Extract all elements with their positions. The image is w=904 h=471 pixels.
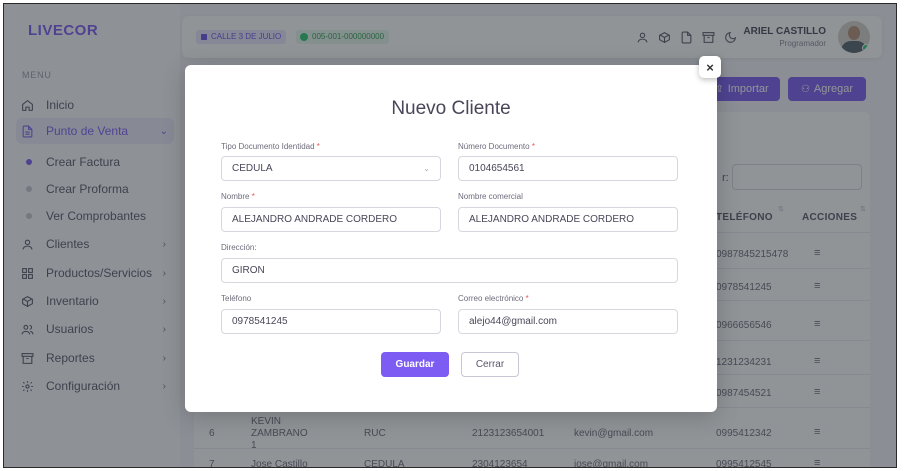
save-button[interactable]: Guardar	[381, 352, 449, 377]
correo-label: Correo electrónico *	[458, 294, 529, 303]
tipo-documento-select[interactable]: CEDULA ⌄	[221, 156, 441, 181]
nombre-input[interactable]: ALEJANDRO ANDRADE CORDERO	[221, 207, 441, 232]
nombre-comercial-input[interactable]: ALEJANDRO ANDRADE CORDERO	[458, 207, 678, 232]
tipo-documento-label: Tipo Documento Identidad *	[221, 142, 320, 151]
telefono-label: Teléfono	[221, 294, 252, 303]
chevron-down-icon: ⌄	[423, 164, 430, 173]
numero-documento-label: Número Documento *	[458, 142, 535, 151]
direccion-label: Dirección:	[221, 243, 257, 252]
correo-input[interactable]: alejo44@gmail.com	[458, 309, 678, 334]
direccion-value: GIRON	[232, 265, 265, 276]
telefono-value: 0978541245	[232, 316, 288, 327]
nombre-label: Nombre *	[221, 192, 255, 201]
direccion-input[interactable]: GIRON	[221, 258, 678, 283]
modal-title: Nuevo Cliente	[391, 98, 511, 119]
correo-value: alejo44@gmail.com	[469, 316, 557, 327]
nombre-comercial-label: Nombre comercial	[458, 192, 523, 201]
numero-documento-input[interactable]: 0104654561	[458, 156, 678, 181]
nombre-value: ALEJANDRO ANDRADE CORDERO	[232, 214, 398, 225]
nombre-comercial-value: ALEJANDRO ANDRADE CORDERO	[469, 214, 635, 225]
telefono-input[interactable]: 0978541245	[221, 309, 441, 334]
app-window: LIVECOR MENU Inicio Punto de Venta ⌄ Cre…	[3, 3, 897, 468]
close-icon[interactable]: ×	[699, 56, 721, 78]
cancel-button[interactable]: Cerrar	[461, 352, 519, 377]
new-client-modal: Nuevo Cliente Tipo Documento Identidad *…	[185, 65, 717, 412]
tipo-documento-value: CEDULA	[232, 163, 273, 174]
numero-documento-value: 0104654561	[469, 163, 525, 174]
